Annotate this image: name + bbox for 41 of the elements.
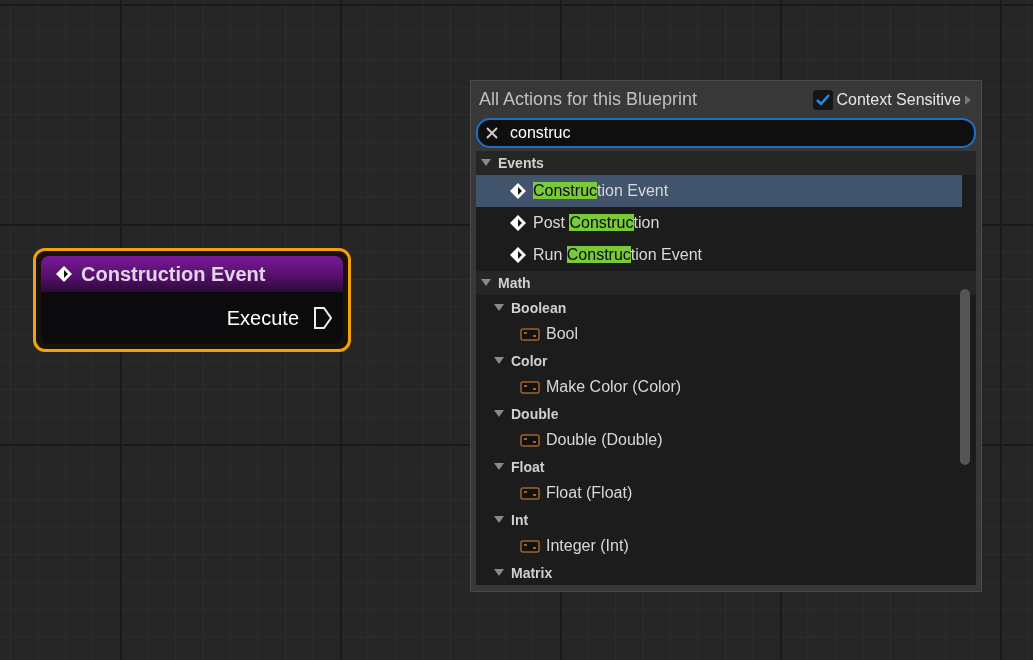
category-label[interactable]: Matrix (511, 564, 553, 581)
function-icon (520, 486, 540, 500)
collapse-arrow-icon[interactable] (493, 408, 505, 419)
clear-icon[interactable] (486, 127, 498, 139)
function-icon (520, 433, 540, 447)
category-label[interactable]: Events (498, 155, 544, 171)
event-diamond-icon (509, 182, 527, 200)
pin-label: Execute (226, 306, 299, 330)
action-item[interactable]: Double (Double) (476, 426, 976, 454)
category-label[interactable]: Float (511, 458, 545, 475)
collapse-arrow-icon[interactable] (480, 278, 492, 288)
collapse-arrow-icon[interactable] (493, 302, 505, 313)
search-field[interactable]: construc (476, 118, 976, 148)
event-diamond-icon (509, 246, 527, 264)
collapse-arrow-icon[interactable] (493, 355, 505, 366)
collapse-arrow-icon[interactable] (493, 567, 505, 578)
collapse-arrow-icon[interactable] (493, 514, 505, 525)
node-title: Construction Event (81, 262, 266, 286)
event-node[interactable]: Construction Event Execute (33, 248, 351, 352)
context-sensitive-checkbox[interactable] (813, 89, 834, 110)
category-label[interactable]: Boolean (511, 299, 567, 316)
category-label[interactable]: Double (511, 405, 559, 422)
action-item[interactable]: Float (Float) (476, 479, 976, 507)
checkbox-label[interactable]: Context Sensitive (836, 90, 961, 109)
function-icon (520, 327, 540, 341)
category-label[interactable]: Color (511, 352, 548, 369)
action-item[interactable]: Integer (Int) (476, 532, 976, 560)
event-diamond-icon (55, 265, 73, 283)
event-diamond-icon (509, 214, 527, 232)
action-item[interactable]: Bool (476, 320, 976, 348)
function-icon (520, 539, 540, 553)
category-label[interactable]: Math (498, 275, 531, 291)
function-icon (520, 380, 540, 394)
expand-arrow-icon[interactable] (964, 93, 972, 106)
menu-title: All Actions for this Blueprint (479, 89, 698, 110)
action-item[interactable]: Make Color (Color) (476, 373, 976, 401)
collapse-arrow-icon[interactable] (493, 461, 505, 472)
collapse-arrow-icon[interactable] (480, 158, 492, 168)
exec-pin-icon[interactable] (313, 306, 333, 330)
category-label[interactable]: Int (511, 511, 529, 528)
scrollbar-thumb[interactable] (960, 289, 970, 465)
